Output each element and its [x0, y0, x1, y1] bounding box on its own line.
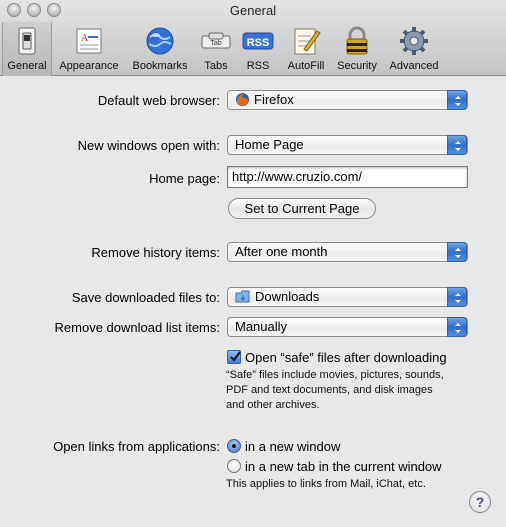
open-safe-files-checkbox[interactable]: [227, 350, 241, 364]
popup-arrows-icon: [447, 242, 467, 262]
description-line: and other archives.: [226, 399, 320, 411]
tab-label: Tabs: [204, 60, 228, 72]
help-button[interactable]: ?: [469, 491, 491, 513]
popup-arrows-icon: [447, 317, 467, 337]
switch-icon: [18, 27, 36, 55]
tab-label: General: [7, 60, 47, 72]
remove-history-label: Remove history items:: [91, 245, 220, 260]
folder-icon: [235, 290, 250, 303]
svg-text:Tab: Tab: [210, 40, 221, 47]
default-browser-value: Firefox: [254, 92, 294, 107]
tab-general[interactable]: General: [2, 22, 52, 76]
tab-label: Security: [337, 60, 377, 72]
default-browser-label: Default web browser:: [97, 93, 220, 108]
popup-arrows-icon: [447, 135, 467, 155]
radio-new-tab-label[interactable]: in a new tab in the current window: [245, 459, 442, 474]
tab-rss[interactable]: RSS RSS: [238, 22, 278, 76]
tab-label: Appearance: [59, 60, 119, 72]
remove-history-popup[interactable]: After one month: [227, 242, 468, 262]
gear-icon: [400, 27, 428, 55]
pencil-icon: [294, 28, 321, 55]
tab-tabs[interactable]: Tab Tabs: [196, 22, 236, 76]
tab-label: Advanced: [389, 60, 439, 72]
radio-new-window-label[interactable]: in a new window: [245, 439, 340, 454]
firefox-icon: [235, 92, 250, 107]
tab-icon: Tab: [201, 32, 231, 49]
home-page-label: Home page:: [149, 171, 220, 186]
window-title: General: [229, 3, 277, 18]
remove-download-list-value: Manually: [235, 319, 288, 334]
radio-new-window[interactable]: [227, 439, 241, 453]
new-windows-popup[interactable]: Home Page: [227, 135, 468, 155]
title-bar: General: [0, 0, 506, 20]
svg-text:A: A: [81, 33, 89, 44]
general-pane: Default web browser: Firefox New windows…: [0, 77, 506, 527]
checkmark-icon: [230, 351, 241, 362]
open-links-note: This applies to links from Mail, iChat, …: [226, 478, 426, 490]
remove-history-value: After one month: [235, 244, 328, 259]
save-downloads-label: Save downloaded files to:: [71, 290, 220, 305]
description-line: PDF and text documents, and disk images: [226, 384, 433, 396]
open-safe-files-label[interactable]: Open “safe” files after downloading: [245, 350, 447, 365]
default-browser-popup[interactable]: Firefox: [227, 90, 468, 110]
open-links-label: Open links from applications:: [53, 439, 220, 454]
tab-label: Bookmarks: [132, 60, 188, 72]
new-windows-label: New windows open with:: [77, 138, 220, 153]
tab-bookmarks[interactable]: Bookmarks: [126, 22, 194, 76]
radio-new-tab[interactable]: [227, 459, 241, 473]
appearance-icon: A: [76, 28, 102, 54]
set-current-page-button[interactable]: Set to Current Page: [228, 198, 376, 219]
save-downloads-popup[interactable]: Downloads: [227, 287, 468, 307]
tab-label: AutoFill: [287, 60, 325, 72]
new-windows-value: Home Page: [235, 137, 304, 152]
home-page-field[interactable]: http://www.cruzio.com/: [227, 166, 468, 188]
globe-icon: [146, 27, 174, 55]
save-downloads-value: Downloads: [255, 289, 320, 304]
safe-files-description: “Safe” files include movies, pictures, s…: [226, 368, 486, 413]
lock-icon: [346, 26, 368, 55]
tab-label: RSS: [246, 60, 270, 72]
tab-advanced[interactable]: Advanced: [384, 22, 444, 76]
preferences-toolbar: General A Appearance Bookmarks Tab Tabs …: [0, 22, 506, 76]
tab-autofill[interactable]: AutoFill: [282, 22, 330, 76]
remove-download-list-popup[interactable]: Manually: [227, 317, 468, 337]
svg-text:RSS: RSS: [247, 37, 270, 49]
rss-icon: RSS: [242, 32, 274, 50]
description-line: “Safe” files include movies, pictures, s…: [226, 369, 444, 381]
tab-appearance[interactable]: A Appearance: [55, 22, 123, 76]
popup-arrows-icon: [447, 90, 467, 110]
popup-arrows-icon: [447, 287, 467, 307]
window-chrome: General General A Appearance Bookmarks T…: [0, 0, 506, 76]
remove-download-list-label: Remove download list items:: [54, 320, 220, 335]
tab-security[interactable]: Security: [333, 22, 381, 76]
